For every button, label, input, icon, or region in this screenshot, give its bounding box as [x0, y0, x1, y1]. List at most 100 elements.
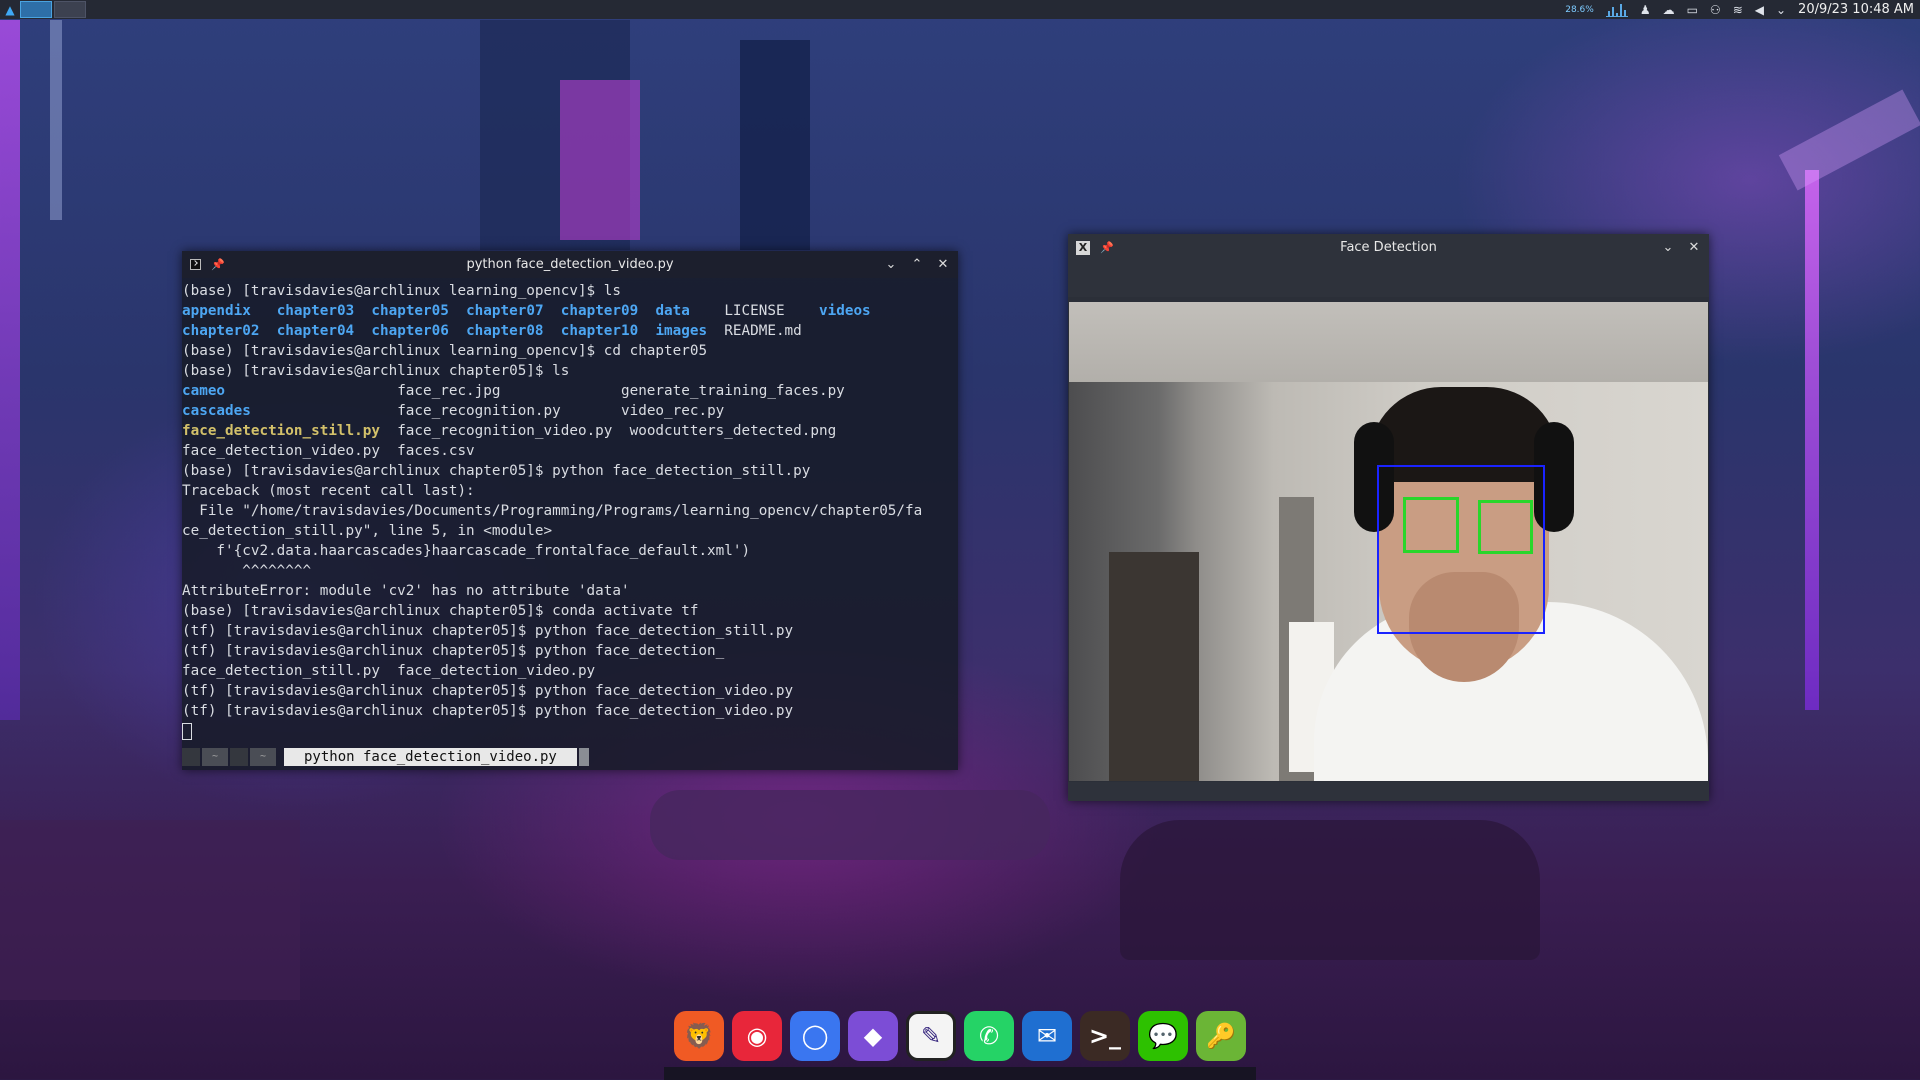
directory-entry: videos: [819, 303, 871, 319]
highlighted-file-entry: face_detection_still.py: [182, 423, 380, 439]
directory-entry: cameo: [182, 383, 226, 399]
terminal-prompt-line[interactable]: [182, 721, 958, 741]
directory-entry: data: [655, 303, 690, 319]
x11-app-icon[interactable]: X: [1076, 240, 1090, 255]
terminal-line: chapter02 chapter04 chapter06 chapter08 …: [182, 321, 958, 341]
terminal-line: face_detection_still.py face_recognition…: [182, 421, 958, 441]
dock: 🦁 ◉ ◯ ◆ ✎ ✆ ✉ >_ 💬 🔑: [664, 1005, 1256, 1067]
user-icon[interactable]: ♟: [1640, 4, 1651, 16]
terminal-status-bar: ~ ~ python face_detection_video.py: [182, 747, 712, 767]
top-panel: ▲ 28.6% ♟ ☁ ▭ ⚇ ≋ ◀ ⌄ 20/9/23 10:48 AM: [0, 0, 1920, 19]
pin-icon[interactable]: 📌: [211, 258, 225, 271]
signal-icon[interactable]: ◯: [790, 1011, 840, 1061]
terminal-line: (tf) [travisdavies@archlinux chapter05]$…: [182, 681, 958, 701]
media-recorder-icon[interactable]: ◉: [732, 1011, 782, 1061]
minimize-button[interactable]: ⌄: [1661, 240, 1675, 255]
volume-icon[interactable]: ◀: [1755, 4, 1764, 16]
terminal-line: (tf) [travisdavies@archlinux chapter05]$…: [182, 621, 958, 641]
terminal-text: ce_detection_still.py", line 5, in <modu…: [182, 523, 553, 539]
terminal-app-icon[interactable]: >_: [1080, 1011, 1130, 1061]
system-tray: 28.6% ♟ ☁ ▭ ⚇ ≋ ◀ ⌄ 20/9/23 10:48 AM: [1565, 2, 1920, 17]
terminal-line: f'{cv2.data.haarcascades}haarcascade_fro…: [182, 541, 958, 561]
eye-detection-box-right: [1478, 500, 1533, 554]
pin-icon[interactable]: 📌: [1100, 241, 1114, 254]
desktop-2[interactable]: [54, 1, 86, 18]
terminal-text: face_recognition.py video_rec.py: [250, 403, 725, 419]
battery-icon[interactable]: ▭: [1687, 4, 1698, 16]
terminal-text: (base) [travisdavies@archlinux chapter05…: [182, 603, 699, 619]
terminal-line: cascades face_recognition.py video_rec.p…: [182, 401, 958, 421]
directory-entry: cascades: [182, 403, 251, 419]
directory-entry: appendix: [182, 303, 251, 319]
keepassxc-icon[interactable]: 🔑: [1196, 1011, 1246, 1061]
terminal-text: (base) [travisdavies@archlinux chapter05…: [182, 363, 570, 379]
terminal-window-icon[interactable]: [190, 259, 201, 270]
active-tab-command[interactable]: python face_detection_video.py: [284, 748, 577, 766]
terminal-line: face_detection_video.py faces.csv: [182, 441, 958, 461]
maximize-button[interactable]: ⌃: [910, 257, 924, 272]
webcam-frame: [1069, 302, 1708, 781]
cpu-label: 28.6%: [1565, 4, 1594, 15]
terminal-text: (base) [travisdavies@archlinux learning_…: [182, 283, 621, 299]
window-title: Face Detection: [1340, 240, 1437, 255]
close-button[interactable]: ✕: [936, 257, 950, 272]
terminal-line: face_detection_still.py face_detection_v…: [182, 661, 958, 681]
dock-shelf: [664, 1067, 1256, 1080]
terminal-line: (base) [travisdavies@archlinux learning_…: [182, 341, 958, 361]
directory-entry: chapter06: [371, 323, 449, 339]
face-detection-window[interactable]: X 📌 Face Detection ⌄ ✕: [1068, 234, 1709, 801]
face-detection-titlebar[interactable]: X 📌 Face Detection ⌄ ✕: [1068, 234, 1709, 261]
clock[interactable]: 20/9/23 10:48 AM: [1798, 2, 1914, 17]
terminal-line: ce_detection_still.py", line 5, in <modu…: [182, 521, 958, 541]
wifi-icon[interactable]: ≋: [1733, 4, 1743, 16]
app-launcher-icon[interactable]: ▲: [4, 4, 16, 16]
directory-entry: chapter02: [182, 323, 260, 339]
terminal-text: (tf) [travisdavies@archlinux chapter05]$…: [182, 683, 794, 699]
terminal-text: face_rec.jpg generate_training_faces.py: [225, 383, 845, 399]
brave-browser-icon[interactable]: 🦁: [674, 1011, 724, 1061]
terminal-text: (tf) [travisdavies@archlinux chapter05]$…: [182, 703, 794, 719]
directory-entry: chapter10: [560, 323, 639, 339]
terminal-line: File "/home/travisdavies/Documents/Progr…: [182, 501, 958, 521]
directory-entry: chapter03: [276, 303, 355, 319]
minimize-button[interactable]: ⌄: [884, 257, 898, 272]
terminal-tab-1[interactable]: ~: [202, 748, 228, 766]
terminal-text: (tf) [travisdavies@archlinux chapter05]$…: [182, 643, 725, 659]
terminal-text: LICENSE: [689, 303, 820, 319]
window-status-area: [1068, 782, 1709, 801]
window-toolbar-area: [1068, 261, 1709, 297]
cpu-graph-icon[interactable]: [1605, 2, 1628, 17]
obsidian-icon[interactable]: ◆: [848, 1011, 898, 1061]
mail-icon[interactable]: ✉: [1022, 1011, 1072, 1061]
whatsapp-icon[interactable]: ✆: [964, 1011, 1014, 1061]
virtual-desktop-pager: [20, 1, 88, 18]
terminal-titlebar[interactable]: 📌 python face_detection_video.py ⌄ ⌃ ✕: [182, 251, 958, 278]
desktop-1[interactable]: [20, 1, 52, 18]
terminal-window[interactable]: 📌 python face_detection_video.py ⌄ ⌃ ✕ (…: [182, 251, 958, 770]
directory-entry: chapter08: [466, 323, 544, 339]
terminal-text: (base) [travisdavies@archlinux learning_…: [182, 343, 708, 359]
window-title: python face_detection_video.py: [466, 257, 674, 272]
terminal-cursor: [182, 722, 192, 740]
terminal-tab-2[interactable]: ~: [250, 748, 276, 766]
terminal-text: ^^^^^^^^: [182, 563, 312, 579]
text-editor-icon[interactable]: ✎: [906, 1011, 956, 1061]
cloud-icon[interactable]: ☁: [1663, 4, 1675, 16]
terminal-line: AttributeError: module 'cv2' has no attr…: [182, 581, 958, 601]
usb-icon[interactable]: ⚇: [1710, 4, 1721, 16]
terminal-line: (base) [travisdavies@archlinux learning_…: [182, 281, 958, 301]
wechat-icon[interactable]: 💬: [1138, 1011, 1188, 1061]
close-button[interactable]: ✕: [1687, 240, 1701, 255]
terminal-text: Traceback (most recent call last):: [182, 483, 475, 499]
terminal-output[interactable]: (base) [travisdavies@archlinux learning_…: [182, 278, 958, 741]
tray-expand-icon[interactable]: ⌄: [1776, 4, 1786, 16]
directory-entry: chapter09: [560, 303, 639, 319]
terminal-text: README.md: [707, 323, 802, 339]
terminal-text: (base) [travisdavies@archlinux chapter05…: [182, 463, 811, 479]
